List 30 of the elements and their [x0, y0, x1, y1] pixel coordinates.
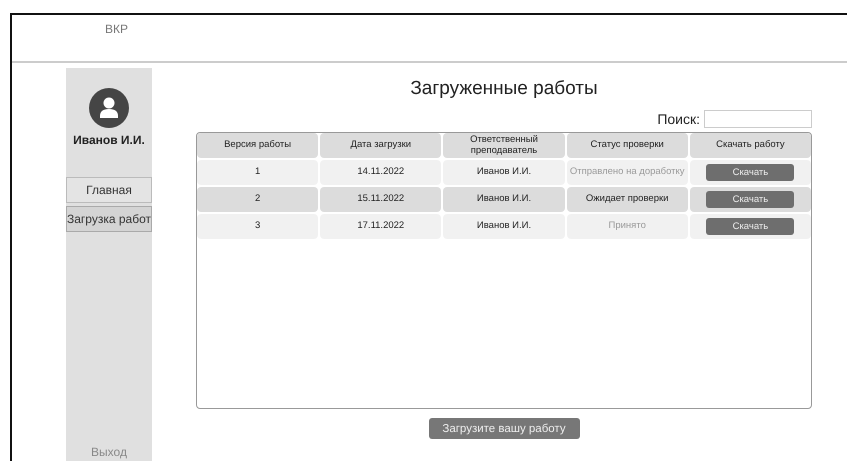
logout-link[interactable]: Выход [91, 445, 127, 459]
table-cell: 17.11.2022 [320, 214, 442, 239]
table-cell: 2 [197, 187, 318, 212]
table-cell: 3 [197, 214, 318, 239]
user-avatar-icon [89, 88, 129, 128]
nav-item[interactable]: Загрузка работ [66, 206, 152, 232]
download-button[interactable]: Скачать [706, 191, 794, 208]
search-field[interactable] [704, 110, 812, 128]
status-cell: Принято [566, 214, 688, 239]
table-cell: 15.11.2022 [320, 187, 442, 212]
column-header: Версия работы [197, 133, 318, 158]
table-cell: Иванов И.И. [443, 187, 565, 212]
status-cell: Отправлено на доработку [566, 160, 688, 185]
column-header: Ответственный преподаватель [443, 133, 565, 158]
column-header: Скачать работу [690, 133, 811, 158]
table-cell: Иванов И.И. [443, 214, 565, 239]
status-cell: Ожидает проверки [566, 187, 688, 212]
table-cell: 14.11.2022 [320, 160, 442, 185]
user-name: Иванов И.И. [73, 133, 145, 147]
column-header: Статус проверки [566, 133, 688, 158]
app-title: ВКР [105, 22, 128, 38]
upload-button[interactable]: Загрузите вашу работу [428, 418, 580, 439]
column-header: Дата загрузки [320, 133, 442, 158]
page-title: Загруженные работы [409, 78, 599, 100]
nav-item[interactable]: Главная [66, 177, 152, 203]
table-cell: Иванов И.И. [443, 160, 565, 185]
download-button[interactable]: Скачать [706, 218, 794, 235]
search-label: Поиск: [657, 111, 700, 127]
download-button[interactable]: Скачать [706, 164, 794, 181]
table-cell: 1 [197, 160, 318, 185]
